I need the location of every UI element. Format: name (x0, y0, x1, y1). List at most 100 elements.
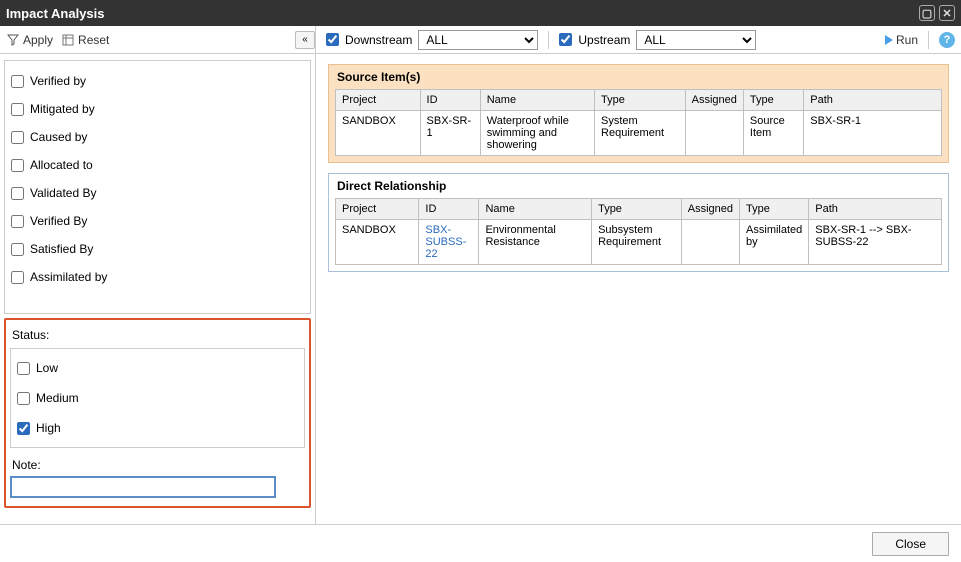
column-header[interactable]: Path (809, 199, 942, 220)
filter-item: Assimilated by (9, 263, 306, 291)
column-header[interactable]: Type (740, 199, 809, 220)
source-items-table: ProjectIDNameTypeAssignedTypePath SANDBO… (335, 89, 942, 156)
grid-icon (61, 33, 75, 47)
filter-checkbox[interactable] (11, 131, 24, 144)
upstream-select[interactable]: ALL (636, 30, 756, 50)
filter-label: Validated By (30, 186, 97, 200)
minimize-button[interactable]: ▢ (919, 5, 935, 21)
table-cell: SBX-SR-1 (420, 111, 480, 156)
run-button[interactable]: Run (885, 33, 918, 47)
status-panel: Status: LowMediumHigh Note: (4, 318, 311, 508)
filter-checkbox[interactable] (11, 215, 24, 228)
column-header[interactable]: Project (336, 199, 419, 220)
filter-list: Verified by Mitigated by Caused by Allocate… (4, 60, 311, 314)
status-row: Low (15, 353, 300, 383)
close-button[interactable]: Close (872, 532, 949, 556)
column-header[interactable]: Project (336, 90, 421, 111)
filter-label: Assimilated by (30, 270, 107, 284)
table-cell: Waterproof while swimming and showering (480, 111, 594, 156)
filter-checkbox[interactable] (11, 243, 24, 256)
apply-button[interactable]: Apply (6, 33, 53, 47)
note-input[interactable] (10, 476, 276, 498)
column-header[interactable]: Type (743, 90, 803, 111)
table-cell (685, 111, 743, 156)
close-window-button[interactable]: ✕ (939, 5, 955, 21)
filter-item: Validated By (9, 179, 306, 207)
apply-label: Apply (23, 33, 53, 47)
status-label: High (36, 421, 61, 435)
table-cell: Assimilated by (740, 220, 809, 265)
run-label: Run (896, 33, 918, 47)
filter-checkbox[interactable] (11, 187, 24, 200)
filter-item: Satisfied By (9, 235, 306, 263)
chevron-left-icon: « (302, 34, 308, 45)
downstream-select[interactable]: ALL (418, 30, 538, 50)
status-checkbox[interactable] (17, 422, 30, 435)
status-checkbox[interactable] (17, 392, 30, 405)
table-cell: SANDBOX (336, 111, 421, 156)
column-header[interactable]: Assigned (685, 90, 743, 111)
status-row: Medium (15, 383, 300, 413)
table-cell: Subsystem Requirement (592, 220, 682, 265)
collapse-sidebar-button[interactable]: « (295, 31, 315, 49)
reset-label: Reset (78, 33, 109, 47)
column-header[interactable]: ID (420, 90, 480, 111)
column-header[interactable]: Name (479, 199, 592, 220)
downstream-checkbox[interactable] (326, 33, 339, 46)
column-header[interactable]: Type (592, 199, 682, 220)
direct-relationship-table: ProjectIDNameTypeAssignedTypePath SANDBO… (335, 198, 942, 265)
table-row[interactable]: SANDBOXSBX-SUBSS-22 Environmental Resista… (336, 220, 942, 265)
table-cell: Environmental Resistance (479, 220, 592, 265)
filter-label: Verified By (30, 214, 87, 228)
filter-checkbox[interactable] (11, 75, 24, 88)
source-items-panel: Source Item(s) ProjectIDNameTypeAssigned… (328, 64, 949, 163)
status-row: High (15, 413, 300, 443)
column-header[interactable]: Path (804, 90, 942, 111)
reset-button[interactable]: Reset (61, 33, 109, 47)
table-cell (681, 220, 739, 265)
window-title: Impact Analysis (6, 6, 105, 21)
filter-label: Satisfied By (30, 242, 93, 256)
main-pane: Source Item(s) ProjectIDNameTypeAssigned… (316, 54, 961, 524)
footer: Close (0, 524, 961, 562)
note-heading: Note: (10, 448, 305, 476)
status-label: Low (36, 361, 58, 375)
filter-label: Mitigated by (30, 102, 95, 116)
filter-checkbox[interactable] (11, 103, 24, 116)
filter-item: Caused by (9, 123, 306, 151)
table-cell: System Requirement (595, 111, 686, 156)
help-button[interactable]: ? (939, 32, 955, 48)
table-row[interactable]: SANDBOXSBX-SR-1Waterproof while swimming… (336, 111, 942, 156)
column-header[interactable]: Name (480, 90, 594, 111)
id-link[interactable]: SBX-SUBSS-22 (425, 224, 466, 260)
filter-checkbox[interactable] (11, 159, 24, 172)
filter-label: Verified by (30, 74, 86, 88)
play-icon (885, 35, 893, 45)
table-cell: SBX-SUBSS-22 (419, 220, 479, 265)
titlebar: Impact Analysis ▢ ✕ (0, 0, 961, 26)
filter-item: Verified By (9, 207, 306, 235)
table-cell: SBX-SR-1 (804, 111, 942, 156)
filter-label: Caused by (30, 130, 87, 144)
column-header[interactable]: Type (595, 90, 686, 111)
direct-relationship-title: Direct Relationship (329, 174, 948, 198)
toolbar: Apply Reset « Downstream ALL Upstream AL… (0, 26, 961, 54)
separator (548, 31, 549, 49)
filter-label: Allocated to (30, 158, 93, 172)
table-cell: SBX-SR-1 --> SBX-SUBSS-22 (809, 220, 942, 265)
downstream-label: Downstream (345, 33, 412, 47)
column-header[interactable]: ID (419, 199, 479, 220)
direct-relationship-panel: Direct Relationship ProjectIDNameTypeAss… (328, 173, 949, 272)
filter-icon (6, 33, 20, 47)
sidebar: Verified by Mitigated by Caused by Allocate… (0, 54, 316, 524)
filter-checkbox[interactable] (11, 271, 24, 284)
status-checkbox[interactable] (17, 362, 30, 375)
source-items-title: Source Item(s) (329, 65, 948, 89)
column-header[interactable]: Assigned (681, 199, 739, 220)
upstream-checkbox[interactable] (559, 33, 572, 46)
upstream-label: Upstream (578, 33, 630, 47)
separator (928, 31, 929, 49)
filter-item: Verified by (9, 67, 306, 95)
table-cell: Source Item (743, 111, 803, 156)
table-cell: SANDBOX (336, 220, 419, 265)
